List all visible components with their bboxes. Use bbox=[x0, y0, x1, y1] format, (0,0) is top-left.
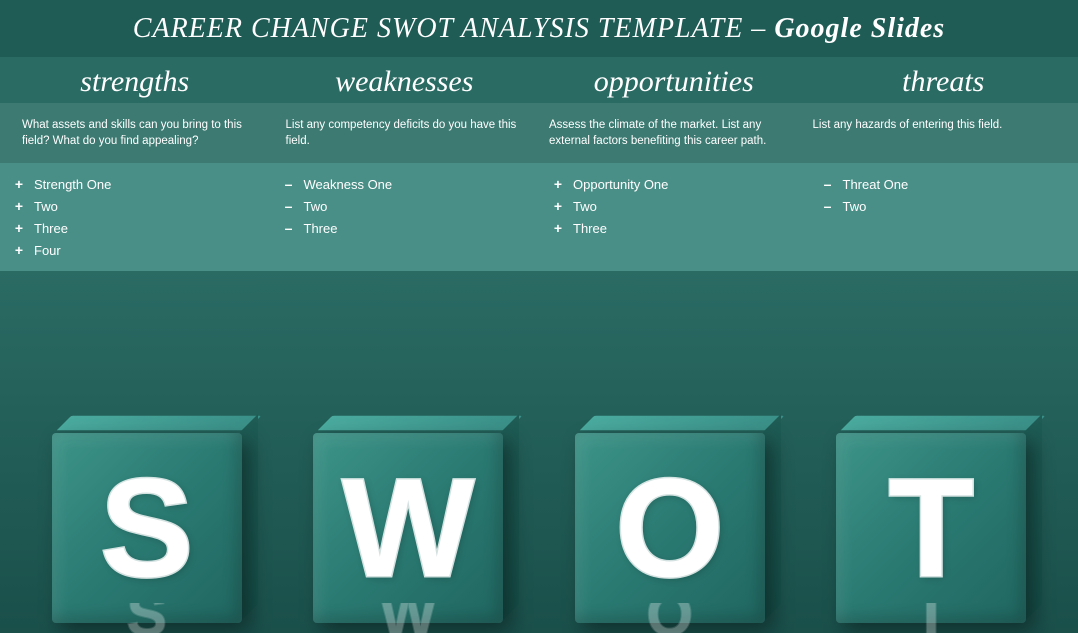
reflection-letter-w: W bbox=[282, 603, 536, 633]
cube-side-face bbox=[240, 414, 258, 622]
cube-top-face bbox=[318, 416, 522, 430]
desc-threats: List any hazards of entering this field. bbox=[803, 111, 1067, 155]
title-bold-text: CAREER CHANGE SWOT ANALYSIS TEMPLATE – bbox=[133, 13, 775, 44]
plus-icon: + bbox=[551, 198, 565, 214]
list-item: + Strength One bbox=[12, 173, 258, 195]
list-item: –Threat One bbox=[821, 173, 1067, 195]
list-item: –Two bbox=[821, 195, 1067, 217]
column-headers: strengths weaknesses opportunities threa… bbox=[0, 57, 1078, 103]
items-col-1: –Weakness One–Two–Three bbox=[270, 169, 540, 265]
reflection-letter-s: S bbox=[20, 603, 274, 633]
item-label: Three bbox=[34, 221, 68, 236]
desc-strengths: What assets and skills can you bring to … bbox=[12, 111, 276, 155]
description-row: What assets and skills can you bring to … bbox=[0, 103, 1078, 163]
item-label: Two bbox=[34, 199, 58, 214]
minus-icon: – bbox=[282, 220, 296, 236]
cube-top-face bbox=[841, 416, 1045, 430]
item-label: Three bbox=[573, 221, 607, 236]
plus-icon: + bbox=[551, 176, 565, 192]
col-header-opportunities: opportunities bbox=[539, 65, 809, 99]
minus-icon: – bbox=[821, 176, 835, 192]
item-label: Two bbox=[304, 199, 328, 214]
item-label: Threat One bbox=[843, 177, 909, 192]
item-label: Opportunity One bbox=[573, 177, 668, 192]
col-header-weaknesses: weaknesses bbox=[270, 65, 540, 99]
cube-top-face bbox=[57, 416, 261, 430]
items-col-3: –Threat One–Two bbox=[809, 169, 1078, 265]
cube-side-face bbox=[501, 414, 519, 622]
desc-opportunities: Assess the climate of the market. List a… bbox=[539, 111, 803, 155]
item-label: Four bbox=[34, 243, 61, 258]
items-col-2: + Opportunity One + Two + Three bbox=[539, 169, 809, 265]
list-item: + Two bbox=[12, 195, 258, 217]
item-label: Strength One bbox=[34, 177, 111, 192]
minus-icon: – bbox=[282, 176, 296, 192]
items-section: +Strength One+Two+Three+Four–Weakness On… bbox=[0, 163, 1078, 271]
list-item: + Opportunity One bbox=[551, 173, 797, 195]
cube-letter-s: S bbox=[100, 458, 193, 598]
main-container: CAREER CHANGE SWOT ANALYSIS TEMPLATE – G… bbox=[0, 0, 1078, 633]
cube-letter-w: W bbox=[342, 458, 474, 598]
minus-icon: – bbox=[821, 198, 835, 214]
reflection-letter-o: O bbox=[543, 603, 797, 633]
cube-letter-o: O bbox=[615, 458, 724, 598]
plus-icon: + bbox=[12, 242, 26, 258]
plus-icon: + bbox=[12, 176, 26, 192]
item-label: Three bbox=[304, 221, 338, 236]
col-header-threats: threats bbox=[809, 65, 1078, 99]
title-italic-text: Google Slides bbox=[774, 13, 945, 44]
reflection-row: SWOT bbox=[0, 593, 1078, 633]
plus-icon: + bbox=[12, 198, 26, 214]
list-item: + Two bbox=[551, 195, 797, 217]
list-item: + Four bbox=[12, 239, 258, 261]
col-header-strengths: strengths bbox=[0, 65, 270, 99]
item-label: Two bbox=[573, 199, 597, 214]
bottom-area: SWOT SWOT bbox=[0, 271, 1078, 633]
items-col-0: + Strength One + Two + Three + Four bbox=[0, 169, 270, 265]
list-item: –Two bbox=[282, 195, 528, 217]
cube-letter-t: T bbox=[888, 458, 974, 598]
header-title: CAREER CHANGE SWOT ANALYSIS TEMPLATE – G… bbox=[20, 12, 1058, 45]
list-item: –Weakness One bbox=[282, 173, 528, 195]
header: CAREER CHANGE SWOT ANALYSIS TEMPLATE – G… bbox=[0, 0, 1078, 57]
cube-side-face bbox=[763, 414, 781, 622]
reflection-letter-t: T bbox=[805, 603, 1059, 633]
list-item: –Three bbox=[282, 217, 528, 239]
item-label: Weakness One bbox=[304, 177, 393, 192]
desc-weaknesses: List any competency deficits do you have… bbox=[276, 111, 540, 155]
list-item: + Three bbox=[551, 217, 797, 239]
cube-top-face bbox=[580, 416, 784, 430]
item-label: Two bbox=[843, 199, 867, 214]
cube-side-face bbox=[1024, 414, 1042, 622]
plus-icon: + bbox=[551, 220, 565, 236]
list-item: + Three bbox=[12, 217, 258, 239]
minus-icon: – bbox=[282, 198, 296, 214]
plus-icon: + bbox=[12, 220, 26, 236]
